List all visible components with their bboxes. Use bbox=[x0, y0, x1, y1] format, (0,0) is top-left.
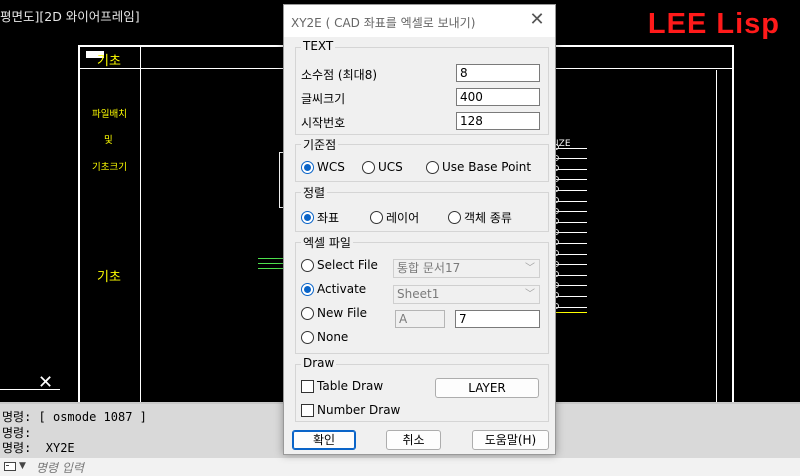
select-file-dropdown[interactable]: 통합 문서17 ﹀ bbox=[393, 259, 540, 278]
radio-sort-object-type-label: 객체 종류 bbox=[464, 211, 512, 225]
start-number-label: 시작번호 bbox=[301, 116, 346, 130]
dialog-titlebar[interactable]: XY2E ( CAD 좌표를 엑셀로 보내기) ✕ bbox=[284, 5, 555, 37]
radio-icon[interactable] bbox=[370, 211, 383, 224]
number-draw-checkbox[interactable]: Number Draw bbox=[301, 403, 400, 417]
radio-none[interactable]: None bbox=[301, 330, 348, 344]
help-button[interactable]: 도움말(H) bbox=[472, 430, 549, 450]
command-line-icon[interactable] bbox=[4, 462, 16, 471]
command-input[interactable]: ▼ 명령 입력 bbox=[0, 458, 800, 476]
number-draw-label: Number Draw bbox=[317, 403, 401, 417]
font-size-label: 글씨크기 bbox=[301, 92, 346, 106]
label-kicho-top: 기초 bbox=[97, 54, 121, 69]
checkbox-icon[interactable] bbox=[301, 403, 314, 417]
font-size-input[interactable]: 400 bbox=[456, 88, 540, 106]
select-file-value: 통합 문서17 bbox=[397, 261, 461, 275]
label-size: 기초크기 bbox=[92, 162, 127, 173]
chevron-down-icon[interactable]: ﹀ bbox=[525, 260, 535, 277]
radio-new-file[interactable]: New File bbox=[301, 306, 367, 320]
sheet-value: Sheet1 bbox=[397, 287, 440, 301]
viewport-title[interactable]: 평면도][2D 와이어프레임] bbox=[0, 6, 140, 25]
radio-icon[interactable] bbox=[448, 211, 461, 224]
radio-icon[interactable] bbox=[301, 306, 314, 320]
radio-sort-coordinate[interactable]: 좌표 bbox=[301, 209, 339, 226]
radio-ucs[interactable]: UCS bbox=[362, 160, 403, 174]
checkbox-icon[interactable] bbox=[301, 379, 314, 393]
chevron-down-icon[interactable]: ﹀ bbox=[525, 286, 535, 303]
start-number-input[interactable]: 128 bbox=[456, 112, 540, 130]
frame-right-line bbox=[716, 70, 717, 402]
text-group-label: TEXT bbox=[301, 39, 336, 53]
radio-selected-icon[interactable] bbox=[301, 282, 314, 296]
draw-group-label: Draw bbox=[301, 356, 337, 370]
radio-none-label: None bbox=[317, 330, 349, 344]
table-draw-label: Table Draw bbox=[317, 379, 384, 393]
new-file-column-input[interactable]: A bbox=[395, 310, 445, 328]
radio-select-file[interactable]: Select File bbox=[301, 258, 378, 272]
label-kicho-bottom: 기초 bbox=[97, 270, 121, 285]
chevron-down-icon[interactable]: ▼ bbox=[19, 461, 26, 471]
radio-new-file-label: New File bbox=[317, 306, 368, 320]
radio-sort-coordinate-label: 좌표 bbox=[317, 211, 340, 225]
cancel-button[interactable]: 취소 bbox=[386, 430, 441, 450]
radio-use-base-point[interactable]: Use Base Point bbox=[426, 160, 531, 174]
excel-file-group-label: 엑셀 파일 bbox=[301, 234, 353, 251]
table-draw-checkbox[interactable]: Table Draw bbox=[301, 379, 383, 393]
green-lines bbox=[258, 254, 286, 269]
close-icon[interactable]: ✕ bbox=[528, 10, 546, 30]
radio-selected-icon[interactable] bbox=[301, 160, 314, 174]
base-point-group-label: 기준점 bbox=[301, 136, 339, 153]
radio-activate-label: Activate bbox=[317, 282, 367, 296]
radio-wcs[interactable]: WCS bbox=[301, 160, 345, 174]
radio-sort-layer-label: 레이어 bbox=[386, 211, 420, 225]
ucs-line bbox=[0, 389, 60, 390]
cad-table bbox=[553, 138, 587, 309]
decimal-input[interactable]: 8 bbox=[456, 64, 540, 82]
radio-ucs-label: UCS bbox=[378, 160, 403, 174]
new-file-row-input[interactable]: 7 bbox=[455, 310, 540, 328]
layer-button[interactable]: LAYER bbox=[435, 378, 539, 398]
decimal-label: 소수점 (최대8) bbox=[301, 68, 378, 82]
frame-column-line bbox=[140, 47, 141, 402]
radio-select-file-label: Select File bbox=[317, 258, 378, 272]
radio-selected-icon[interactable] bbox=[301, 211, 314, 224]
radio-sort-object-type[interactable]: 객체 종류 bbox=[448, 209, 512, 226]
radio-icon[interactable] bbox=[301, 258, 314, 272]
sort-group-label: 정렬 bbox=[301, 184, 328, 201]
ok-button[interactable]: 확인 bbox=[292, 430, 356, 450]
radio-activate[interactable]: Activate bbox=[301, 282, 366, 296]
xy2e-dialog: XY2E ( CAD 좌표를 엑셀로 보내기) ✕ TEXT 소수점 (최대8)… bbox=[283, 4, 556, 455]
label-and: 및 bbox=[104, 135, 113, 146]
radio-icon[interactable] bbox=[301, 330, 314, 344]
label-pile: 파일배치 bbox=[92, 109, 127, 120]
radio-icon[interactable] bbox=[426, 160, 439, 174]
brand-logo-text: LEE Lisp bbox=[647, 8, 780, 40]
sheet-dropdown[interactable]: Sheet1 ﹀ bbox=[393, 285, 540, 304]
radio-wcs-label: WCS bbox=[317, 160, 345, 174]
command-input-placeholder: 명령 입력 bbox=[36, 461, 84, 475]
radio-sort-layer[interactable]: 레이어 bbox=[370, 209, 419, 226]
yellow-line bbox=[553, 312, 587, 313]
radio-use-base-point-label: Use Base Point bbox=[442, 160, 532, 174]
radio-icon[interactable] bbox=[362, 160, 375, 174]
dialog-title: XY2E ( CAD 좌표를 엑셀로 보내기) bbox=[291, 16, 476, 30]
